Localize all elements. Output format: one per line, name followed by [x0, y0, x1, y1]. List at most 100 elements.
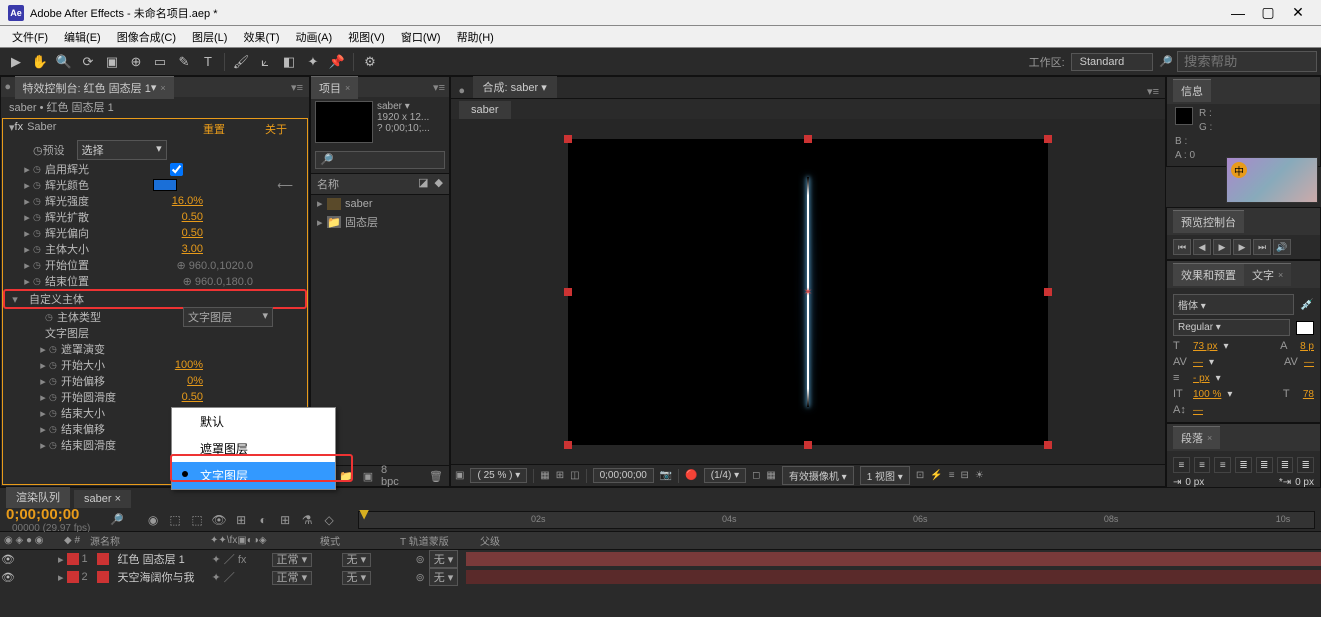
minimize-button[interactable]: — [1223, 5, 1253, 21]
twirl-icon[interactable]: ▸ [37, 407, 49, 420]
info-tab[interactable]: 信息 [1173, 79, 1211, 102]
text-tool-icon[interactable]: T [197, 51, 219, 73]
panel-anchor-icon[interactable]: ⦁ [455, 85, 469, 98]
camera-tool-icon[interactable]: ▣ [101, 51, 123, 73]
font-size-value[interactable]: 73 px [1193, 341, 1217, 352]
frame-blend-icon[interactable]: ⊞ [232, 511, 250, 529]
timecode-display[interactable]: 0;00;00;00 [593, 468, 654, 483]
prop-value[interactable]: 3.00 [182, 243, 203, 255]
snapshot-icon[interactable]: 📷 [660, 470, 672, 481]
twirl-icon[interactable]: ▸ [37, 391, 49, 404]
pen-tool-icon[interactable]: ✎ [173, 51, 195, 73]
comp-canvas[interactable]: ✶ [568, 139, 1048, 445]
resolution-dropdown[interactable]: (1/4) ▾ [704, 468, 746, 483]
core-type-dropdown[interactable]: 文字图层▾ [183, 307, 273, 327]
panel-menu-icon[interactable]: ▾≡ [285, 81, 309, 94]
prop-value[interactable]: 0.50 [182, 227, 203, 239]
font-style-dropdown[interactable]: Regular ▾ [1173, 319, 1290, 336]
col-source-name[interactable]: 源名称 [86, 533, 206, 548]
twirl-icon[interactable]: ▸ [37, 375, 49, 388]
project-item-comp[interactable]: ▸ saber [311, 195, 449, 212]
parent-dropdown[interactable]: 无 ▾ [429, 550, 459, 568]
align-left-icon[interactable]: ≡ [1173, 457, 1190, 473]
maximize-button[interactable]: ▢ [1253, 4, 1283, 21]
menu-edit[interactable]: 编辑(E) [56, 27, 109, 47]
layer-bar[interactable] [466, 570, 1321, 584]
twirl-icon[interactable]: ▸ [317, 197, 327, 210]
project-tab[interactable]: 项目× [311, 76, 358, 99]
label-color[interactable] [67, 553, 79, 565]
layer-row[interactable]: 👁▸2天空海阔你与我✦ ／正常 ▾无 ▾⊚无 ▾ [0, 568, 1321, 586]
stopwatch-icon[interactable]: ◷ [33, 276, 45, 287]
exposure-icon[interactable]: ☀ [975, 470, 984, 481]
fast-preview-icon[interactable]: ⚡ [930, 470, 942, 481]
last-frame-icon[interactable]: ⏭ [1253, 239, 1271, 255]
rotate-tool-icon[interactable]: ⟳ [77, 51, 99, 73]
col-track-matte[interactable]: T 轨道蒙版 [396, 533, 476, 548]
preview-tab[interactable]: 预览控制台 [1173, 210, 1244, 233]
reset-link[interactable]: 重置 [203, 121, 225, 137]
stopwatch-icon[interactable]: ◷ [33, 212, 45, 223]
brush-tool-icon[interactable]: 🖌 [230, 51, 252, 73]
twirl-icon[interactable]: ▸ [37, 343, 49, 356]
composition-viewer[interactable]: ✶ [451, 119, 1165, 464]
zoom-tool-icon[interactable]: 🔍 [53, 51, 75, 73]
puppet-tool-icon[interactable]: 📌 [326, 51, 348, 73]
bpc-button[interactable]: 8 bpc [381, 468, 399, 484]
stopwatch-icon[interactable]: ◷ [33, 180, 45, 191]
color-chip[interactable] [153, 179, 177, 191]
menu-item-mask-layer[interactable]: 遮罩图层 [172, 435, 335, 462]
play-icon[interactable]: ▶ [1213, 239, 1231, 255]
first-frame-icon[interactable]: ⏮ [1173, 239, 1191, 255]
comp-tab[interactable]: 合成: saber ▾ [473, 76, 557, 98]
twirl-icon[interactable]: ▸ [21, 163, 33, 176]
col-parent[interactable]: 父级 [476, 533, 556, 548]
panel-anchor-icon[interactable]: ⦁ [1, 81, 15, 94]
menu-effect[interactable]: 效果(T) [235, 27, 287, 47]
graph-editor-icon[interactable]: ⊞ [276, 511, 294, 529]
twirl-icon[interactable]: ▾ [9, 293, 21, 306]
hand-tool-icon[interactable]: ✋ [29, 51, 51, 73]
grid-icon[interactable]: ▦ [540, 470, 549, 481]
camera-dropdown[interactable]: 有效摄像机 ▾ [782, 466, 854, 485]
eyedropper-icon[interactable]: 💉 [1300, 298, 1314, 311]
stopwatch-icon[interactable]: ◷ [33, 260, 45, 271]
tracking-value[interactable]: — [1304, 357, 1314, 368]
checkbox[interactable] [170, 163, 183, 176]
twirl-icon[interactable]: ▸ [21, 211, 33, 224]
flowchart-icon[interactable]: ⊟ [961, 470, 969, 481]
twirl-icon[interactable]: ▸ [317, 216, 327, 229]
view-layout-dropdown[interactable]: 1 视图 ▾ [860, 466, 910, 485]
search-help-input[interactable] [1177, 51, 1317, 72]
comp-mini-flow-icon[interactable]: ◉ [144, 511, 162, 529]
stopwatch-icon[interactable]: ◷ [33, 228, 45, 239]
twirl-icon[interactable]: ▸ [21, 259, 33, 272]
twirl-icon[interactable]: ▸ [21, 179, 33, 192]
justify-last-right-icon[interactable]: ≣ [1277, 457, 1294, 473]
workspace-select[interactable]: Standard [1071, 53, 1154, 71]
project-item-folder[interactable]: ▸ 📁 固态层 [311, 212, 449, 232]
brainstorm-icon[interactable]: ⚗ [298, 511, 316, 529]
justify-all-icon[interactable]: ≣ [1297, 457, 1314, 473]
stopwatch-icon[interactable]: ◷ [49, 424, 61, 435]
layer-row[interactable]: 👁▸1红色 固态层 1✦ ／ fx正常 ▾无 ▾⊚无 ▾ [0, 550, 1321, 568]
motion-blur-icon[interactable]: ◐ [254, 511, 272, 529]
close-button[interactable]: ✕ [1283, 4, 1313, 21]
align-right-icon[interactable]: ≡ [1214, 457, 1231, 473]
guides-icon[interactable]: ⊞ [556, 470, 564, 481]
current-time-indicator[interactable] [359, 510, 369, 520]
font-family-dropdown[interactable]: 楷体 ▾ [1173, 294, 1294, 315]
justify-last-center-icon[interactable]: ≣ [1256, 457, 1273, 473]
stopwatch-icon[interactable]: ◷ [33, 244, 45, 255]
twirl-icon[interactable]: ▸ [58, 571, 64, 584]
stroke-value[interactable]: - px [1193, 373, 1210, 384]
align-center-icon[interactable]: ≡ [1194, 457, 1211, 473]
menu-file[interactable]: 文件(F) [4, 27, 56, 47]
menu-item-text-layer[interactable]: 文字图层 [172, 462, 335, 489]
effect-name[interactable]: Saber [27, 121, 56, 137]
stopwatch-icon[interactable]: ◷ [49, 344, 61, 355]
blend-mode-dropdown[interactable]: 正常 ▾ [272, 571, 313, 585]
paragraph-tab[interactable]: 段落× [1173, 426, 1220, 449]
vscale-value[interactable]: 100 % [1193, 389, 1221, 400]
menu-help[interactable]: 帮助(H) [449, 27, 502, 47]
